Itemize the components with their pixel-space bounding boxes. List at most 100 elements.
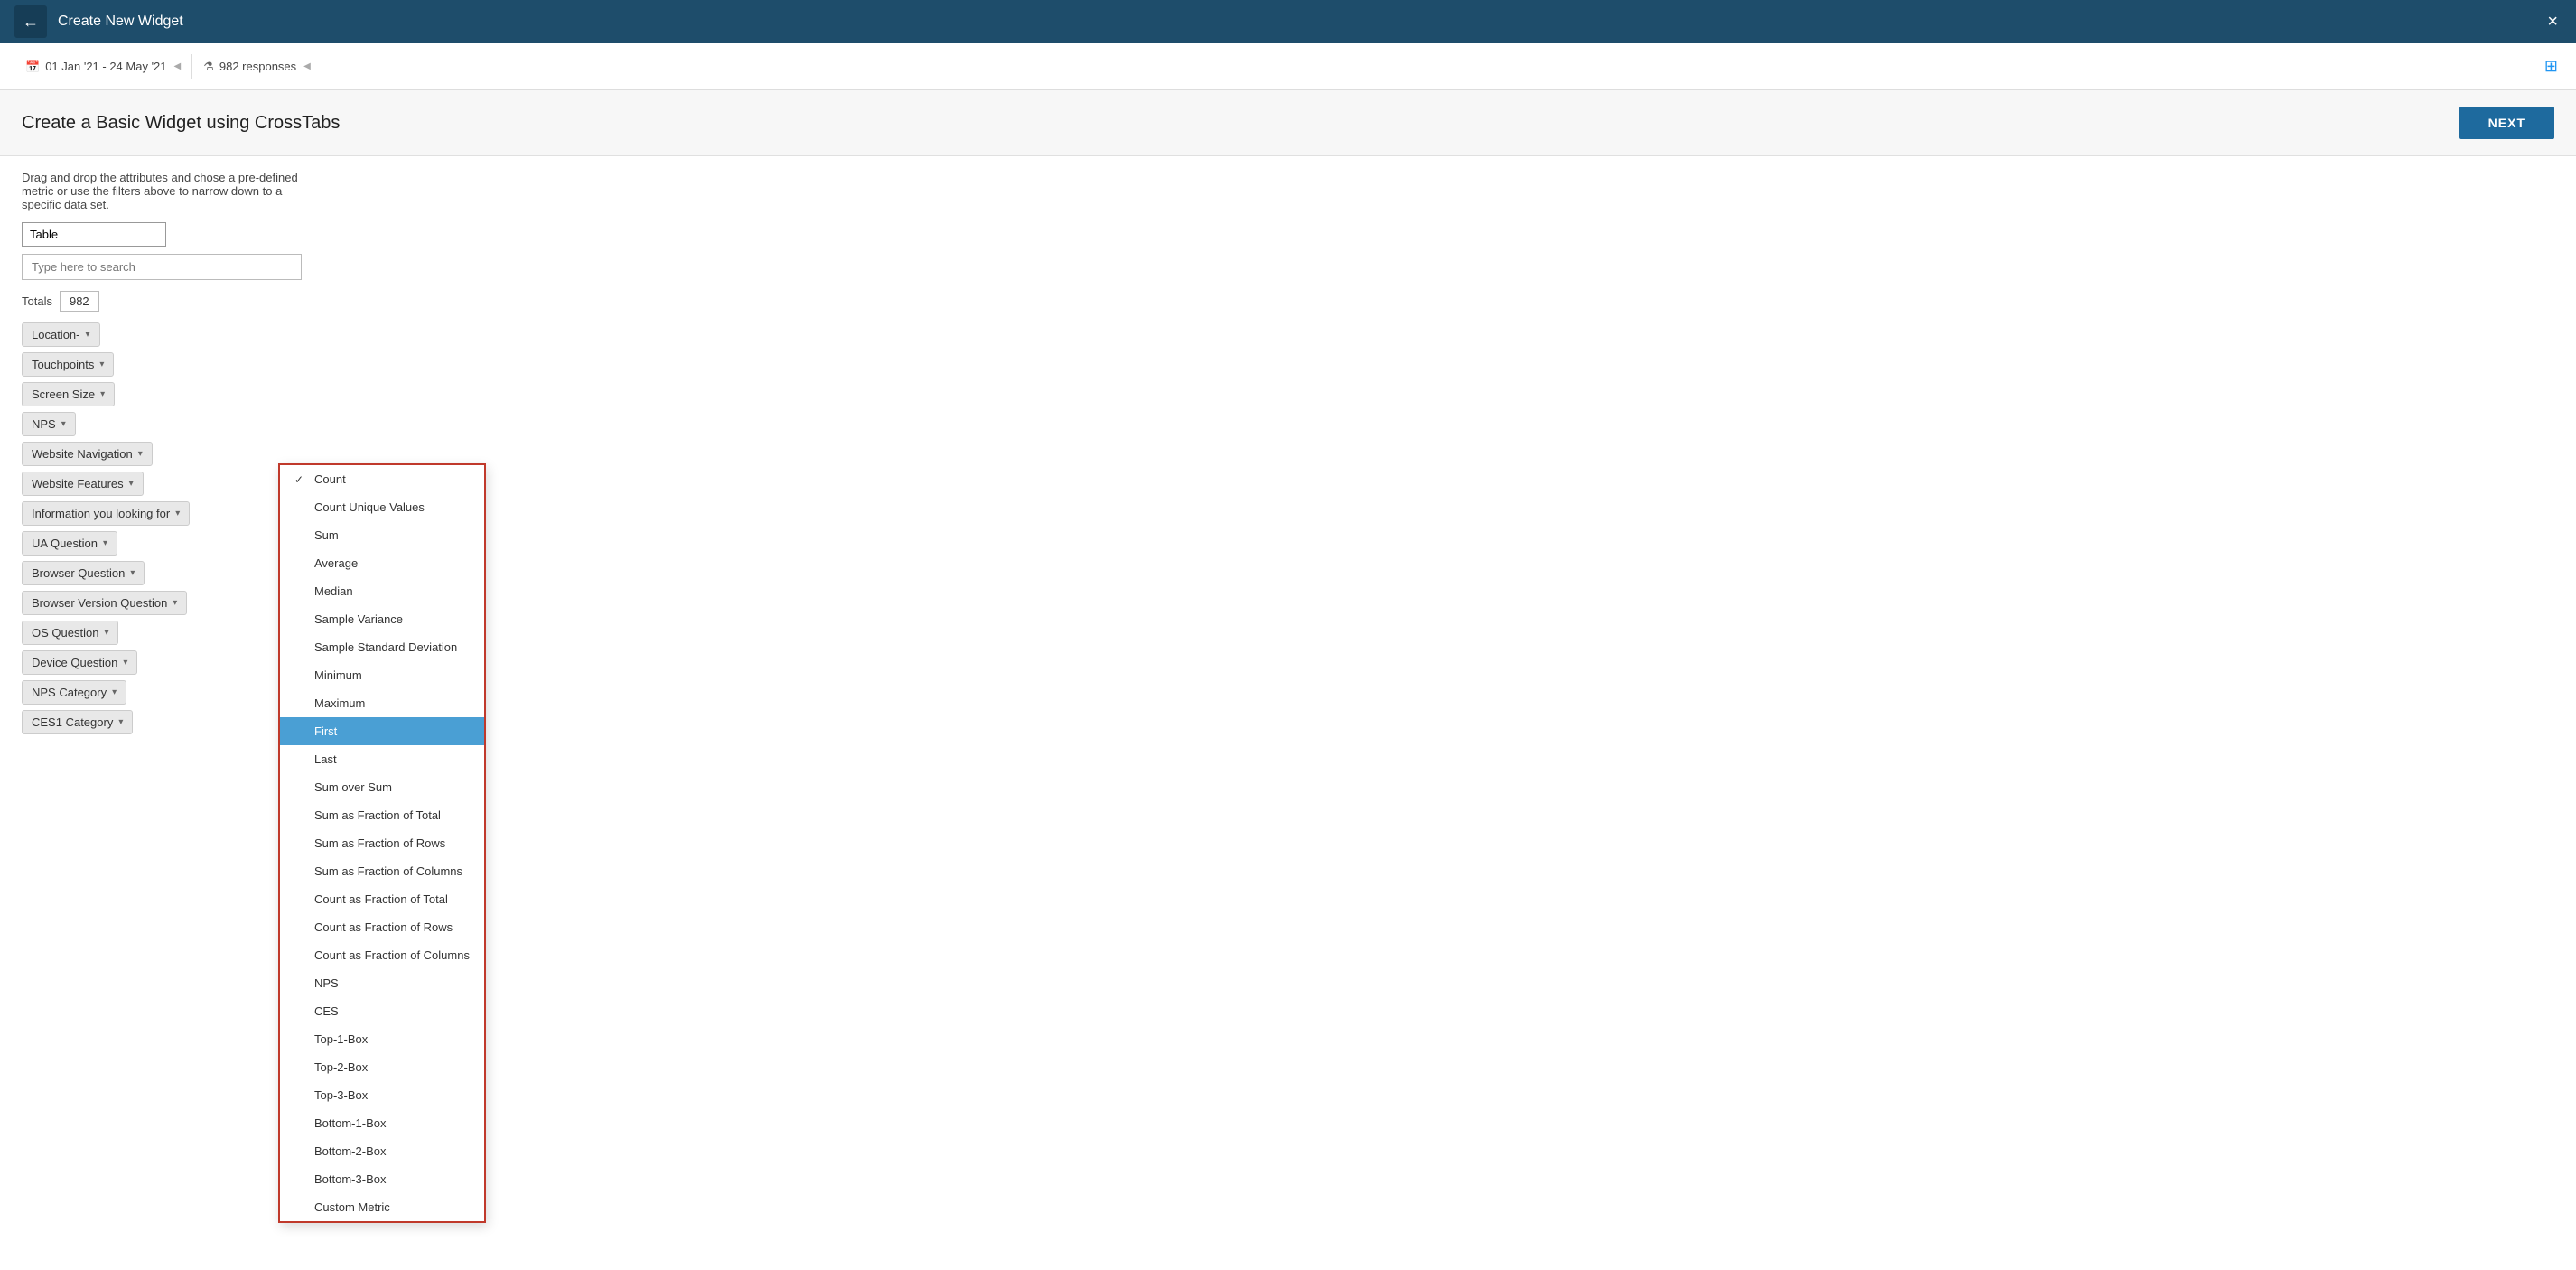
date-collapse-arrow: ◀ (174, 61, 182, 71)
dropdown-arrow-icon: ▾ (103, 538, 107, 548)
left-panel: Drag and drop the attributes and chose a… (22, 171, 302, 1256)
dropdown-item[interactable]: Average (280, 549, 484, 577)
dropdown-item-label: Top-2-Box (314, 1060, 368, 1074)
dropdown-item[interactable]: Sum as Fraction of Columns (280, 857, 484, 885)
header-bar: ← Create New Widget × (0, 0, 2576, 43)
dropdown-arrow-icon: ▾ (175, 509, 180, 518)
dropdown-item[interactable]: CES (280, 997, 484, 1025)
dropdown-arrow-icon: ▾ (129, 479, 134, 489)
filter-icon: ⚗ (203, 60, 214, 74)
responses-collapse-arrow: ◀ (303, 61, 311, 71)
right-panel (316, 171, 2554, 1256)
main-content: Drag and drop the attributes and chose a… (0, 156, 2576, 1270)
attribute-tag[interactable]: Browser Question▾ (22, 561, 145, 585)
dropdown-item[interactable]: Top-1-Box (280, 1025, 484, 1053)
attribute-tag[interactable]: Location-▾ (22, 322, 100, 347)
check-icon: ✓ (294, 473, 307, 486)
dropdown-item-label: First (314, 724, 337, 738)
dropdown-item-label: Count (314, 472, 346, 486)
dropdown-item[interactable]: Sum as Fraction of Total (280, 801, 484, 829)
metric-dropdown: ✓ Count Count Unique Values Sum Average Media… (278, 463, 486, 1223)
dropdown-item-label: Bottom-1-Box (314, 1116, 386, 1130)
dropdown-item-label: NPS (314, 976, 339, 990)
dropdown-item[interactable]: Top-3-Box (280, 1081, 484, 1109)
dropdown-item-label: Sample Standard Deviation (314, 640, 457, 654)
table-type-input[interactable] (22, 222, 166, 247)
dropdown-arrow-icon: ▾ (85, 330, 89, 340)
dropdown-arrow-icon: ▾ (112, 687, 117, 697)
instructions-text: Drag and drop the attributes and chose a… (22, 171, 302, 211)
dropdown-item[interactable]: Bottom-3-Box (280, 1165, 484, 1193)
dropdown-arrow-icon: ▾ (118, 717, 123, 727)
attribute-tag[interactable]: NPS▾ (22, 412, 76, 436)
attribute-tag[interactable]: Touchpoints▾ (22, 352, 114, 377)
dropdown-item-label: Average (314, 556, 358, 570)
dropdown-arrow-icon: ▾ (104, 628, 108, 638)
dropdown-item-label: Top-3-Box (314, 1088, 368, 1102)
dropdown-item[interactable]: Count Unique Values (280, 493, 484, 521)
page-title: Create a Basic Widget using CrossTabs (22, 113, 340, 134)
dropdown-item[interactable]: First (280, 717, 484, 745)
dropdown-arrow-icon: ▾ (61, 419, 66, 429)
dropdown-item[interactable]: Sum over Sum (280, 773, 484, 801)
close-button[interactable]: × (2543, 8, 2562, 36)
dropdown-item-label: Sum (314, 528, 339, 542)
attribute-tag[interactable]: OS Question▾ (22, 621, 118, 645)
dropdown-item[interactable]: Sample Standard Deviation (280, 633, 484, 661)
responses-label: 982 responses (219, 60, 296, 73)
dropdown-item-label: Top-1-Box (314, 1032, 368, 1046)
dropdown-item-label: Count as Fraction of Columns (314, 948, 470, 962)
dropdown-item[interactable]: Sum as Fraction of Rows (280, 829, 484, 857)
dropdown-item-label: Maximum (314, 696, 365, 710)
search-input[interactable] (22, 254, 302, 280)
dropdown-item[interactable]: Count as Fraction of Columns (280, 941, 484, 969)
dropdown-item-label: Median (314, 584, 353, 598)
attribute-tag[interactable]: Screen Size▾ (22, 382, 115, 406)
calendar-icon: 📅 (25, 60, 40, 74)
dropdown-item-label: Count as Fraction of Total (314, 892, 448, 906)
dropdown-item[interactable]: Sample Variance (280, 605, 484, 633)
attribute-tag[interactable]: Information you looking for▾ (22, 501, 190, 526)
dropdown-item[interactable]: Count as Fraction of Rows (280, 913, 484, 941)
attribute-tag[interactable]: CES1 Category▾ (22, 710, 133, 734)
back-button[interactable]: ← (14, 5, 47, 38)
dropdown-item-label: Sample Variance (314, 612, 403, 626)
totals-label: Totals (22, 294, 52, 308)
dropdown-item[interactable]: Bottom-2-Box (280, 1137, 484, 1165)
attribute-tags: Location-▾ Touchpoints▾ Screen Size▾ NPS▾ We… (22, 322, 302, 734)
totals-area: Totals 982 (22, 291, 302, 312)
attribute-tag[interactable]: NPS Category▾ (22, 680, 126, 705)
dropdown-item-label: Sum as Fraction of Columns (314, 864, 462, 878)
dropdown-arrow-icon: ▾ (99, 360, 104, 369)
dropdown-item-label: Last (314, 752, 337, 766)
dropdown-item[interactable]: Maximum (280, 689, 484, 717)
attribute-tag[interactable]: Website Navigation▾ (22, 442, 153, 466)
dropdown-item[interactable]: Top-2-Box (280, 1053, 484, 1081)
dropdown-arrow-icon: ▾ (123, 658, 127, 668)
dropdown-item[interactable]: Last (280, 745, 484, 773)
attribute-tag[interactable]: Browser Version Question▾ (22, 591, 187, 615)
dropdown-item-label: Bottom-2-Box (314, 1144, 386, 1158)
dropdown-arrow-icon: ▾ (138, 449, 143, 459)
attribute-tag[interactable]: Website Features▾ (22, 472, 144, 496)
dropdown-item[interactable]: Median (280, 577, 484, 605)
attribute-tag[interactable]: Device Question▾ (22, 650, 137, 675)
next-button[interactable]: NEXT (2459, 107, 2554, 139)
date-range-filter[interactable]: 📅 01 Jan '21 - 24 May '21 ◀ (14, 54, 192, 79)
dropdown-item[interactable]: Minimum (280, 661, 484, 689)
dropdown-item[interactable]: Custom Metric (280, 1193, 484, 1221)
dropdown-item[interactable]: ✓ Count (280, 465, 484, 493)
dropdown-item-label: Count as Fraction of Rows (314, 920, 453, 934)
dropdown-item-label: Minimum (314, 668, 362, 682)
dropdown-item[interactable]: NPS (280, 969, 484, 997)
dropdown-item-label: Sum as Fraction of Rows (314, 836, 445, 850)
dropdown-arrow-icon: ▾ (173, 598, 177, 608)
stack-icon: ⊞ (2544, 57, 2558, 76)
responses-filter[interactable]: ⚗ 982 responses ◀ (192, 54, 322, 79)
attribute-tag[interactable]: UA Question▾ (22, 531, 117, 556)
dropdown-item[interactable]: Sum (280, 521, 484, 549)
dropdown-item[interactable]: Count as Fraction of Total (280, 885, 484, 913)
dropdown-item[interactable]: Bottom-1-Box (280, 1109, 484, 1137)
totals-value: 982 (60, 291, 99, 312)
dropdown-item-label: Bottom-3-Box (314, 1172, 386, 1186)
